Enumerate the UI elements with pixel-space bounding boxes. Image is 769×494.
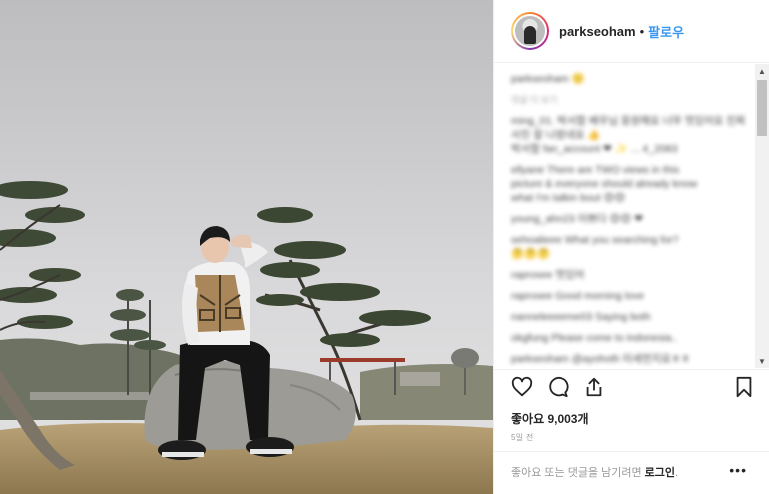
comment-line: okgfung Please come to indonesia.. xyxy=(511,332,678,344)
comments-list[interactable]: parkseoham 🙂 댓글 더 보기 ming_01. 박서함 배우님 응원… xyxy=(494,64,756,368)
follow-button[interactable]: 팔로우 xyxy=(648,22,684,41)
comment-line: raprosee Good morning love xyxy=(511,290,645,302)
post-side-panel: parkseoham • 팔로우 parkseoham 🙂 댓글 더 보기 mi… xyxy=(493,0,769,494)
post-header: parkseoham • 팔로우 xyxy=(494,0,769,63)
avatar-story-ring[interactable] xyxy=(511,12,549,50)
username-link[interactable]: parkseoham xyxy=(559,24,636,39)
comment-line: ming_01. 박서함 배우님 응원해요 너무 멋있어요 진짜 xyxy=(511,115,744,127)
comment-line: parkseoham @ayohoth 미세먼지요ㅎㅎ xyxy=(511,353,691,365)
comment-line: 박서함 fan_account ❤ ✨ ... 4_2083 xyxy=(511,143,678,155)
separator-dot: • xyxy=(639,23,645,39)
more-options-button[interactable]: ••• xyxy=(729,462,747,478)
comment-line: parkseoham 🙂 xyxy=(511,73,585,85)
login-prompt: 좋아요 또는 댓글을 남기려면 로그인. xyxy=(511,464,678,480)
comment-line: 사진 잘 나왔네요 👍 xyxy=(511,129,601,141)
post-timestamp[interactable]: 5일 전 xyxy=(511,432,534,443)
actions-divider xyxy=(494,369,769,370)
login-prompt-suffix: . xyxy=(675,467,679,479)
comment-line: raprosee 멋있어 xyxy=(511,269,585,281)
comment-line: young_ahn23 이쁘다 😍😍 ❤ xyxy=(511,213,644,225)
comments-scrollbar[interactable]: ▲ ▼ xyxy=(755,64,769,368)
scroll-up-arrow-icon[interactable]: ▲ xyxy=(755,64,769,78)
share-icon[interactable] xyxy=(583,376,605,398)
comment-line: nanneleeeeme03 Saying both xyxy=(511,311,651,323)
scroll-down-arrow-icon[interactable]: ▼ xyxy=(755,354,769,368)
post-photo[interactable] xyxy=(0,0,493,494)
login-prompt-text: 좋아요 또는 댓글을 남기려면 xyxy=(511,467,642,479)
heart-icon[interactable] xyxy=(511,376,533,398)
load-more-comments[interactable]: 댓글 더 보기 xyxy=(511,93,744,107)
comment-line: ellyane There are TWO views in this xyxy=(511,164,680,176)
photo-illustration xyxy=(0,0,493,494)
login-link[interactable]: 로그인 xyxy=(645,467,675,479)
bookmark-icon[interactable] xyxy=(733,376,755,398)
comment-line: what I'm talkin bout 😍😍 xyxy=(511,192,626,204)
comment-line: sehoalieee What you searching for? xyxy=(511,234,679,246)
likes-count[interactable]: 좋아요 9,003개 xyxy=(511,410,589,427)
comment-line: picture & everyone should already know xyxy=(511,178,698,190)
post-actions xyxy=(511,376,761,400)
comment-icon[interactable] xyxy=(547,376,569,398)
comment-line: 🤔🤔🤔 xyxy=(511,248,551,260)
scrollbar-thumb[interactable] xyxy=(757,80,767,136)
footer-divider xyxy=(494,451,769,452)
avatar[interactable] xyxy=(513,14,547,48)
